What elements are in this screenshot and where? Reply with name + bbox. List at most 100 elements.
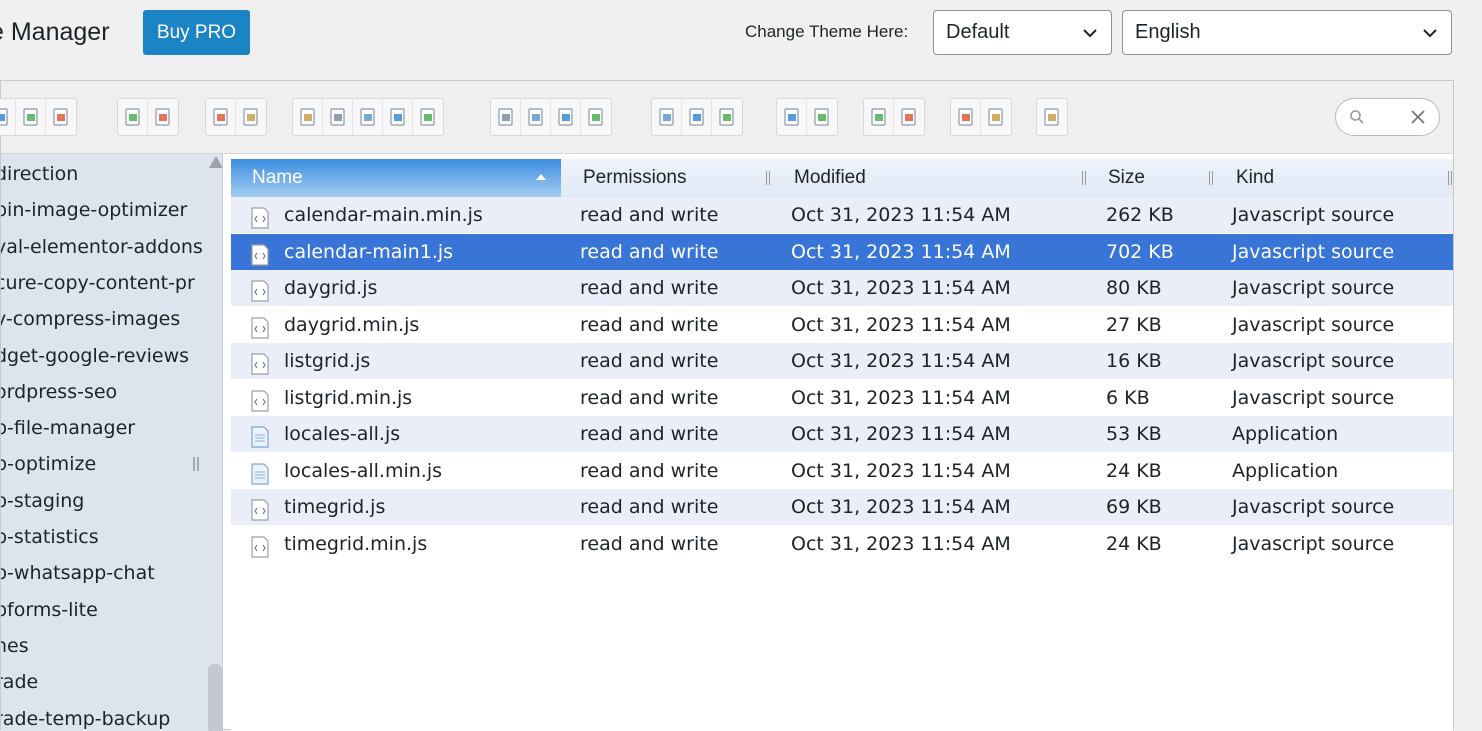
column-resize-handle[interactable] bbox=[1209, 171, 1213, 185]
select-all-button[interactable] bbox=[652, 99, 682, 135]
column-resize-handle[interactable] bbox=[1082, 171, 1086, 185]
column-kind-header[interactable]: Kind bbox=[1232, 159, 1432, 197]
file-manager-panel: rade-temp-backupradenespforms-litep-what… bbox=[0, 80, 1454, 730]
search-input[interactable] bbox=[1335, 98, 1440, 136]
toolbar-group bbox=[950, 98, 1012, 136]
folder-tree-item[interactable]: y-compress-images bbox=[1, 301, 180, 337]
folder-tree-item[interactable]: p-statistics bbox=[1, 519, 99, 555]
folder-tree-item[interactable]: rade-temp-backup bbox=[1, 701, 170, 731]
select-none-button[interactable] bbox=[682, 99, 712, 135]
buy-pro-button[interactable]: Buy PRO bbox=[143, 10, 250, 55]
file-modified: Oct 31, 2023 11:54 AM bbox=[791, 234, 1011, 270]
sort-button[interactable] bbox=[981, 99, 1011, 135]
chevron-down-icon bbox=[1081, 24, 1099, 42]
file-modified: Oct 31, 2023 11:54 AM bbox=[791, 526, 1011, 562]
table-row[interactable]: calendar-main1.jsread and writeOct 31, 2… bbox=[231, 234, 1453, 270]
folder-tree-item[interactable]: p-staging bbox=[1, 483, 84, 519]
sidebar-resize-handle[interactable] bbox=[193, 457, 199, 471]
column-permissions-label: Permissions bbox=[583, 167, 686, 188]
table-row[interactable]: daygrid.min.jsread and writeOct 31, 2023… bbox=[231, 307, 1453, 343]
file-size: 24 KB bbox=[1106, 453, 1162, 489]
folder-tree-item[interactable]: yal-elementor-addons bbox=[1, 229, 203, 265]
file-permissions: read and write bbox=[580, 343, 718, 379]
column-resize-handle[interactable] bbox=[1448, 171, 1452, 185]
table-row[interactable]: timegrid.min.jsread and writeOct 31, 202… bbox=[231, 526, 1453, 562]
paste-button[interactable] bbox=[353, 99, 383, 135]
select-none-icon bbox=[686, 106, 708, 128]
edit-icon bbox=[555, 106, 577, 128]
scroll-up-icon[interactable] bbox=[209, 156, 223, 168]
archive-button[interactable] bbox=[894, 99, 924, 135]
theme-select[interactable]: Default bbox=[933, 10, 1112, 55]
duplicate-icon bbox=[495, 106, 517, 128]
js-file-icon bbox=[250, 351, 270, 373]
column-name-header[interactable]: Name bbox=[231, 159, 561, 197]
toolbar-group bbox=[490, 98, 612, 136]
folder-tree-item[interactable]: bin-image-optimizer bbox=[1, 192, 187, 228]
table-row[interactable]: listgrid.jsread and writeOct 31, 2023 11… bbox=[231, 343, 1453, 379]
extract-button[interactable] bbox=[864, 99, 894, 135]
folder-tree: rade-temp-backupradenespforms-litep-what… bbox=[1, 154, 223, 731]
file-size: 6 KB bbox=[1106, 380, 1150, 416]
file-name: daygrid.min.js bbox=[284, 307, 419, 343]
folder-tree-item[interactable]: nes bbox=[1, 628, 29, 664]
cut-button[interactable] bbox=[323, 99, 353, 135]
undo-button[interactable] bbox=[206, 99, 236, 135]
theme-label: Change Theme Here: bbox=[745, 22, 908, 42]
table-row[interactable]: locales-all.min.jsread and writeOct 31, … bbox=[231, 453, 1453, 489]
folder-tree-item[interactable]: dget-google-reviews bbox=[1, 338, 189, 374]
file-name: locales-all.js bbox=[284, 416, 400, 452]
delete-button[interactable] bbox=[383, 99, 413, 135]
fullscreen-button[interactable] bbox=[1037, 99, 1067, 135]
folder-tree-item[interactable]: p-whatsapp-chat bbox=[1, 555, 155, 591]
new-file-button[interactable] bbox=[16, 99, 46, 135]
preview-icon bbox=[781, 106, 803, 128]
column-resize-handle[interactable] bbox=[766, 171, 770, 185]
file-kind: Javascript source bbox=[1232, 526, 1394, 562]
file-modified: Oct 31, 2023 11:54 AM bbox=[791, 307, 1011, 343]
file-modified: Oct 31, 2023 11:54 AM bbox=[791, 197, 1011, 233]
save-button[interactable] bbox=[46, 99, 76, 135]
duplicate-button[interactable] bbox=[491, 99, 521, 135]
folder-tree-item[interactable]: cure-copy-content-pr bbox=[1, 265, 195, 301]
column-size-header[interactable]: Size bbox=[1104, 159, 1204, 197]
icons-view-button[interactable] bbox=[951, 99, 981, 135]
folder-tree-item[interactable]: ordpress-seo bbox=[1, 374, 117, 410]
file-kind: Javascript source bbox=[1232, 234, 1394, 270]
new-file-icon bbox=[20, 106, 42, 128]
table-row[interactable]: timegrid.jsread and writeOct 31, 2023 11… bbox=[231, 489, 1453, 525]
redo-button[interactable] bbox=[236, 99, 266, 135]
file-size: 262 KB bbox=[1106, 197, 1174, 233]
edit-button[interactable] bbox=[551, 99, 581, 135]
folder-tree-item[interactable]: p-file-manager bbox=[1, 410, 135, 446]
column-header-row: Name Permissions Modified Size Kind bbox=[231, 159, 1453, 197]
resize-button[interactable] bbox=[581, 99, 611, 135]
folder-tree-item[interactable]: pforms-lite bbox=[1, 592, 98, 628]
table-row[interactable]: daygrid.jsread and writeOct 31, 2023 11:… bbox=[231, 270, 1453, 306]
js-file-icon bbox=[250, 388, 270, 410]
column-permissions-header[interactable]: Permissions bbox=[579, 159, 769, 197]
file-list: Name Permissions Modified Size Kind cale… bbox=[231, 154, 1453, 731]
language-select[interactable]: English bbox=[1122, 10, 1452, 55]
table-row[interactable]: locales-all.jsread and writeOct 31, 2023… bbox=[231, 416, 1453, 452]
open-book-button[interactable] bbox=[118, 99, 148, 135]
rename-button[interactable] bbox=[521, 99, 551, 135]
copy-button[interactable] bbox=[293, 99, 323, 135]
folder-tree-item[interactable]: p-optimize bbox=[1, 446, 96, 482]
preview-button[interactable] bbox=[777, 99, 807, 135]
table-row[interactable]: listgrid.min.jsread and writeOct 31, 202… bbox=[231, 380, 1453, 416]
column-modified-header[interactable]: Modified bbox=[790, 159, 1080, 197]
folder-tree-item[interactable]: direction bbox=[1, 156, 78, 192]
empty-button[interactable] bbox=[413, 99, 443, 135]
info-button[interactable] bbox=[807, 99, 837, 135]
scrollbar-thumb[interactable] bbox=[208, 664, 222, 731]
save-disk-button[interactable] bbox=[148, 99, 178, 135]
sidebar-scrollbar[interactable] bbox=[207, 154, 223, 731]
folder-up-button[interactable] bbox=[0, 99, 16, 135]
close-icon[interactable] bbox=[1409, 108, 1427, 126]
file-name: timegrid.min.js bbox=[284, 526, 427, 562]
invert-select-button[interactable] bbox=[712, 99, 742, 135]
folder-tree-item[interactable]: rade bbox=[1, 664, 38, 700]
file-name: daygrid.js bbox=[284, 270, 377, 306]
table-row[interactable]: calendar-main.min.jsread and writeOct 31… bbox=[231, 197, 1453, 233]
